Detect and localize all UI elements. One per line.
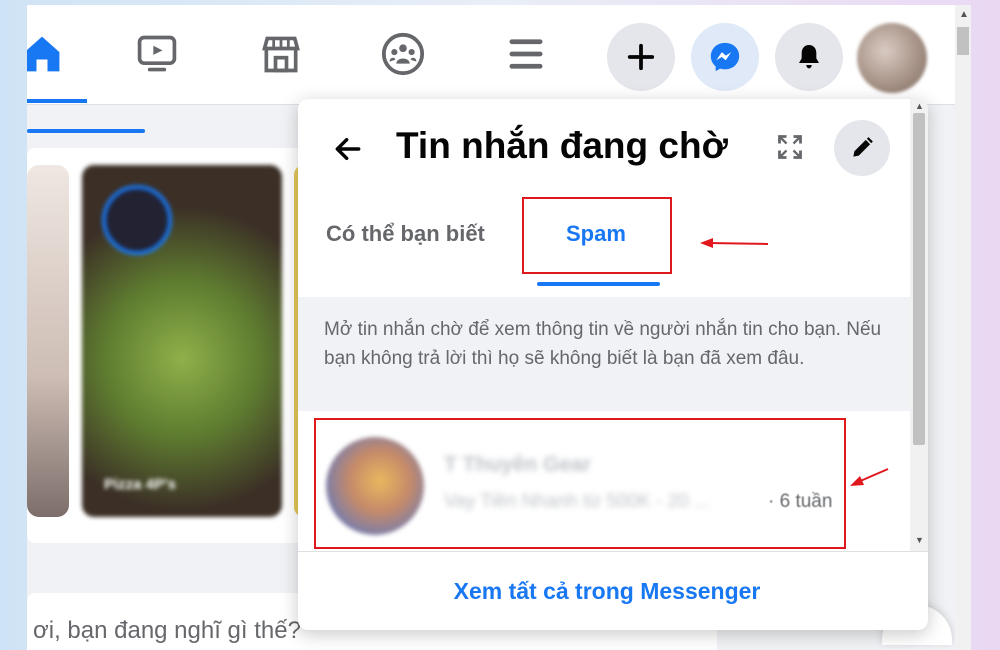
expand-icon[interactable] xyxy=(776,133,804,161)
panel-scrollbar[interactable]: ▲ ▼ xyxy=(910,99,928,551)
story-card[interactable] xyxy=(27,165,69,517)
plus-icon xyxy=(627,43,655,71)
scroll-up-arrow-icon[interactable]: ▲ xyxy=(915,101,924,111)
messenger-icon xyxy=(710,42,740,72)
home-active-underline xyxy=(27,99,87,103)
top-navigation-bar xyxy=(27,5,971,105)
story-card[interactable]: Pizza 4P's xyxy=(82,165,282,517)
marketplace-icon[interactable] xyxy=(258,31,304,77)
back-button[interactable] xyxy=(328,129,368,169)
messenger-button[interactable] xyxy=(691,23,759,91)
panel-scroll-thumb[interactable] xyxy=(913,113,925,445)
bell-icon xyxy=(799,45,819,69)
panel-footer: Xem tất cả trong Messenger xyxy=(298,551,928,630)
spam-tab-highlight xyxy=(522,197,672,274)
page-scrollbar[interactable]: ▲ xyxy=(955,5,971,650)
message-row-highlight xyxy=(314,418,846,549)
scroll-up-arrow-icon[interactable]: ▲ xyxy=(959,9,969,20)
compose-button[interactable] xyxy=(834,120,890,176)
see-all-in-messenger-link[interactable]: Xem tất cả trong Messenger xyxy=(454,578,761,605)
menu-icon[interactable] xyxy=(503,31,549,77)
create-button[interactable] xyxy=(607,23,675,91)
panel-title: Tin nhắn đang chờ xyxy=(396,125,728,166)
message-requests-panel: Tin nhắn đang chờ Có thể bạn biết Spam M… xyxy=(298,99,928,630)
profile-avatar[interactable] xyxy=(857,23,927,93)
spam-tab-underline xyxy=(537,282,660,286)
composer-placeholder[interactable]: ơi, bạn đang nghĩ gì thế? xyxy=(33,617,301,645)
watch-icon[interactable] xyxy=(134,31,180,77)
arrow-left-icon xyxy=(335,137,361,161)
feed-tab-indicator xyxy=(27,129,145,133)
story-caption: Pizza 4P's xyxy=(104,476,176,493)
groups-icon[interactable] xyxy=(380,31,426,77)
pencil-icon xyxy=(853,137,873,157)
scroll-down-arrow-icon[interactable]: ▼ xyxy=(915,535,924,545)
page-scroll-thumb[interactable] xyxy=(957,27,969,55)
home-icon[interactable] xyxy=(27,31,65,77)
info-text: Mở tin nhắn chờ để xem thông tin về ngườ… xyxy=(298,297,910,411)
tab-may-know[interactable]: Có thể bạn biết xyxy=(326,221,485,247)
story-avatar xyxy=(102,185,172,255)
notifications-button[interactable] xyxy=(775,23,843,91)
